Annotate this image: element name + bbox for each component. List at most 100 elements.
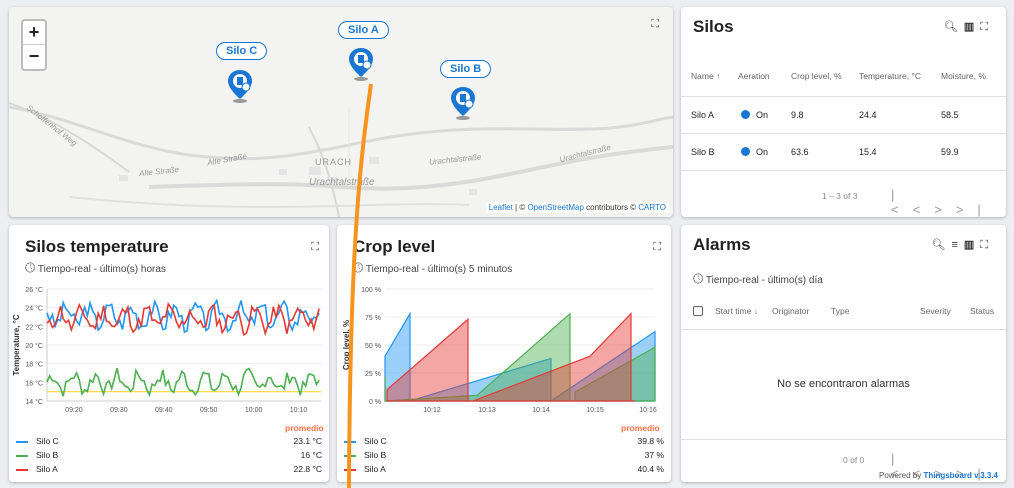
x-tick-label: 10:16 xyxy=(639,407,657,414)
legend-value: 40.4 % xyxy=(637,464,664,474)
legend-name: Silo A xyxy=(364,464,386,474)
col-start-time[interactable]: Start time ↓ xyxy=(715,306,758,316)
clock-icon: 🕓︎ xyxy=(25,260,36,275)
empty-message: No se encontraron alarmas xyxy=(777,378,910,390)
col-crop[interactable]: Crop level, % xyxy=(791,71,842,81)
carto-link[interactable]: CARTO xyxy=(638,203,666,212)
col-moisture[interactable]: Moisture, % xyxy=(941,71,986,81)
clock-icon: 🕓︎ xyxy=(353,260,364,275)
cell-name: Silo A xyxy=(691,110,715,120)
filter-icon[interactable]: ≡ xyxy=(951,239,963,251)
silo-a-marker-icon[interactable] xyxy=(348,47,374,81)
next-page-icon[interactable]: > xyxy=(934,202,956,217)
first-page-icon[interactable]: |< xyxy=(891,187,913,217)
temperature-chart-card: Silos temperature ⛶ 🕓︎ Tiempo-real - últ… xyxy=(9,225,329,482)
crop-chart-subtitle: 🕓︎ Tiempo-real - último(s) 5 minutos xyxy=(353,260,512,276)
fullscreen-icon[interactable]: ⛶ xyxy=(651,18,659,31)
legend-header: promedio xyxy=(621,423,660,433)
col-originator[interactable]: Originator xyxy=(772,306,809,316)
legend-name: Silo C xyxy=(364,436,387,446)
thingsboard-link[interactable]: Thingsboard v.3.3.4 xyxy=(923,471,998,480)
cell-aeration: On xyxy=(741,110,768,120)
last-page-icon[interactable]: >| xyxy=(956,202,995,217)
clock-icon: 🕓︎ xyxy=(693,271,704,286)
aeration-text: On xyxy=(756,147,769,157)
col-name[interactable]: Name ↑ xyxy=(691,71,720,81)
silo-b-marker-icon[interactable] xyxy=(450,86,476,120)
y-tick-label: 75 % xyxy=(365,315,381,322)
col-aeration[interactable]: Aeration xyxy=(738,71,770,81)
x-tick-label: 09:20 xyxy=(65,407,83,414)
pagination-range: 1 – 3 of 3 xyxy=(822,191,858,201)
divider xyxy=(681,329,1006,330)
cell-crop: 63.6 xyxy=(791,147,809,157)
crop-level-chart: 100 % 75 % 50 % 25 % 0 % 10:12 10:13 10:14 10:15… xyxy=(342,287,657,414)
select-all-checkbox[interactable] xyxy=(693,306,703,316)
silo-c-marker-icon[interactable] xyxy=(227,69,253,103)
timewindow-label[interactable]: Tiempo-real - último(s) horas xyxy=(38,264,166,275)
zoom-out-button[interactable]: − xyxy=(23,45,45,69)
search-icon[interactable]: 🔍︎ xyxy=(944,21,964,33)
timewindow-label[interactable]: Tiempo-real - último(s) 5 minutos xyxy=(366,264,512,275)
pagination-range: 0 of 0 xyxy=(843,455,865,465)
y-axis-label: Crop level, % xyxy=(342,320,351,370)
table-row[interactable]: Silo B On 63.6 15.4 59.9 xyxy=(681,133,1006,170)
leaflet-link[interactable]: Leaflet xyxy=(489,203,513,212)
silo-a-label[interactable]: Silo A xyxy=(338,21,389,39)
series-area-silo-a xyxy=(386,312,635,402)
legend-swatch xyxy=(16,469,28,471)
y-tick-label: 20 °C xyxy=(25,342,43,350)
col-status[interactable]: Status xyxy=(970,306,994,316)
legend-name: Silo C xyxy=(36,436,59,446)
prev-page-icon[interactable]: < xyxy=(913,202,935,217)
crop-chart-title: Crop level xyxy=(353,237,436,256)
attribution-text: | © xyxy=(512,203,528,212)
col-severity[interactable]: Severity xyxy=(920,306,951,316)
map-attribution: Leaflet | © OpenStreetMap contributors ©… xyxy=(485,202,669,213)
legend-swatch xyxy=(16,441,28,443)
silos-map[interactable]: Schoffenhof Weg Alte Straße Alte Straße … xyxy=(9,7,673,217)
search-icon[interactable]: 🔍︎ xyxy=(932,239,952,251)
table-row[interactable]: Silo A On 9.8 24.4 58.5 xyxy=(681,96,1006,133)
columns-icon[interactable]: ▥ xyxy=(964,21,980,33)
legend-value: 23.1 °C xyxy=(293,436,322,446)
fullscreen-icon[interactable]: ⛶ xyxy=(980,21,994,33)
y-tick-label: 14 °C xyxy=(25,398,43,406)
legend-value: 39.8 % xyxy=(637,436,664,446)
y-tick-label: 22 °C xyxy=(25,323,43,331)
temp-chart-subtitle: 🕓︎ Tiempo-real - último(s) horas xyxy=(25,260,166,276)
x-tick-label: 10:15 xyxy=(586,407,604,414)
crop-level-chart-card: Crop level ⛶ 🕓︎ Tiempo-real - último(s) … xyxy=(337,225,671,482)
x-tick-label: 10:12 xyxy=(423,407,441,414)
x-tick-label: 10:13 xyxy=(478,407,496,414)
col-temperature[interactable]: Temperature, °C xyxy=(859,71,921,81)
x-tick-label: 10:00 xyxy=(245,407,263,414)
temp-chart-title: Silos temperature xyxy=(25,237,169,256)
attribution-text: contributors © xyxy=(583,203,639,212)
legend-swatch xyxy=(344,455,356,457)
y-tick-label: 16 °C xyxy=(25,379,43,387)
fullscreen-icon[interactable]: ⛶ xyxy=(653,241,661,254)
cell-temp: 24.4 xyxy=(859,110,877,120)
legend-name: Silo A xyxy=(36,464,58,474)
fullscreen-icon[interactable]: ⛶ xyxy=(980,239,994,251)
alarms-title: Alarms xyxy=(693,235,751,254)
col-type[interactable]: Type xyxy=(831,306,849,316)
town-label: URACH xyxy=(315,157,353,167)
y-axis-label: Temperature, °C xyxy=(12,314,21,376)
timewindow-label[interactable]: Tiempo-real - último(s) día xyxy=(706,275,823,286)
legend-value: 22.8 °C xyxy=(293,464,322,474)
silo-b-label[interactable]: Silo B xyxy=(440,60,492,78)
zoom-in-button[interactable]: + xyxy=(23,21,45,45)
divider xyxy=(681,439,1006,440)
alarms-card: Alarms 🔍︎≡▥⛶ 🕓︎ Tiempo-real - último(s) … xyxy=(681,225,1006,482)
divider xyxy=(681,170,1006,171)
columns-icon[interactable]: ▥ xyxy=(964,239,980,251)
fullscreen-icon[interactable]: ⛶ xyxy=(311,241,319,254)
status-dot xyxy=(741,110,750,119)
cell-moisture: 59.9 xyxy=(941,147,959,157)
silos-title: Silos xyxy=(693,17,734,36)
silo-c-label[interactable]: Silo C xyxy=(216,42,268,60)
x-tick-label: 09:30 xyxy=(110,407,128,414)
osm-link[interactable]: OpenStreetMap xyxy=(527,203,583,212)
